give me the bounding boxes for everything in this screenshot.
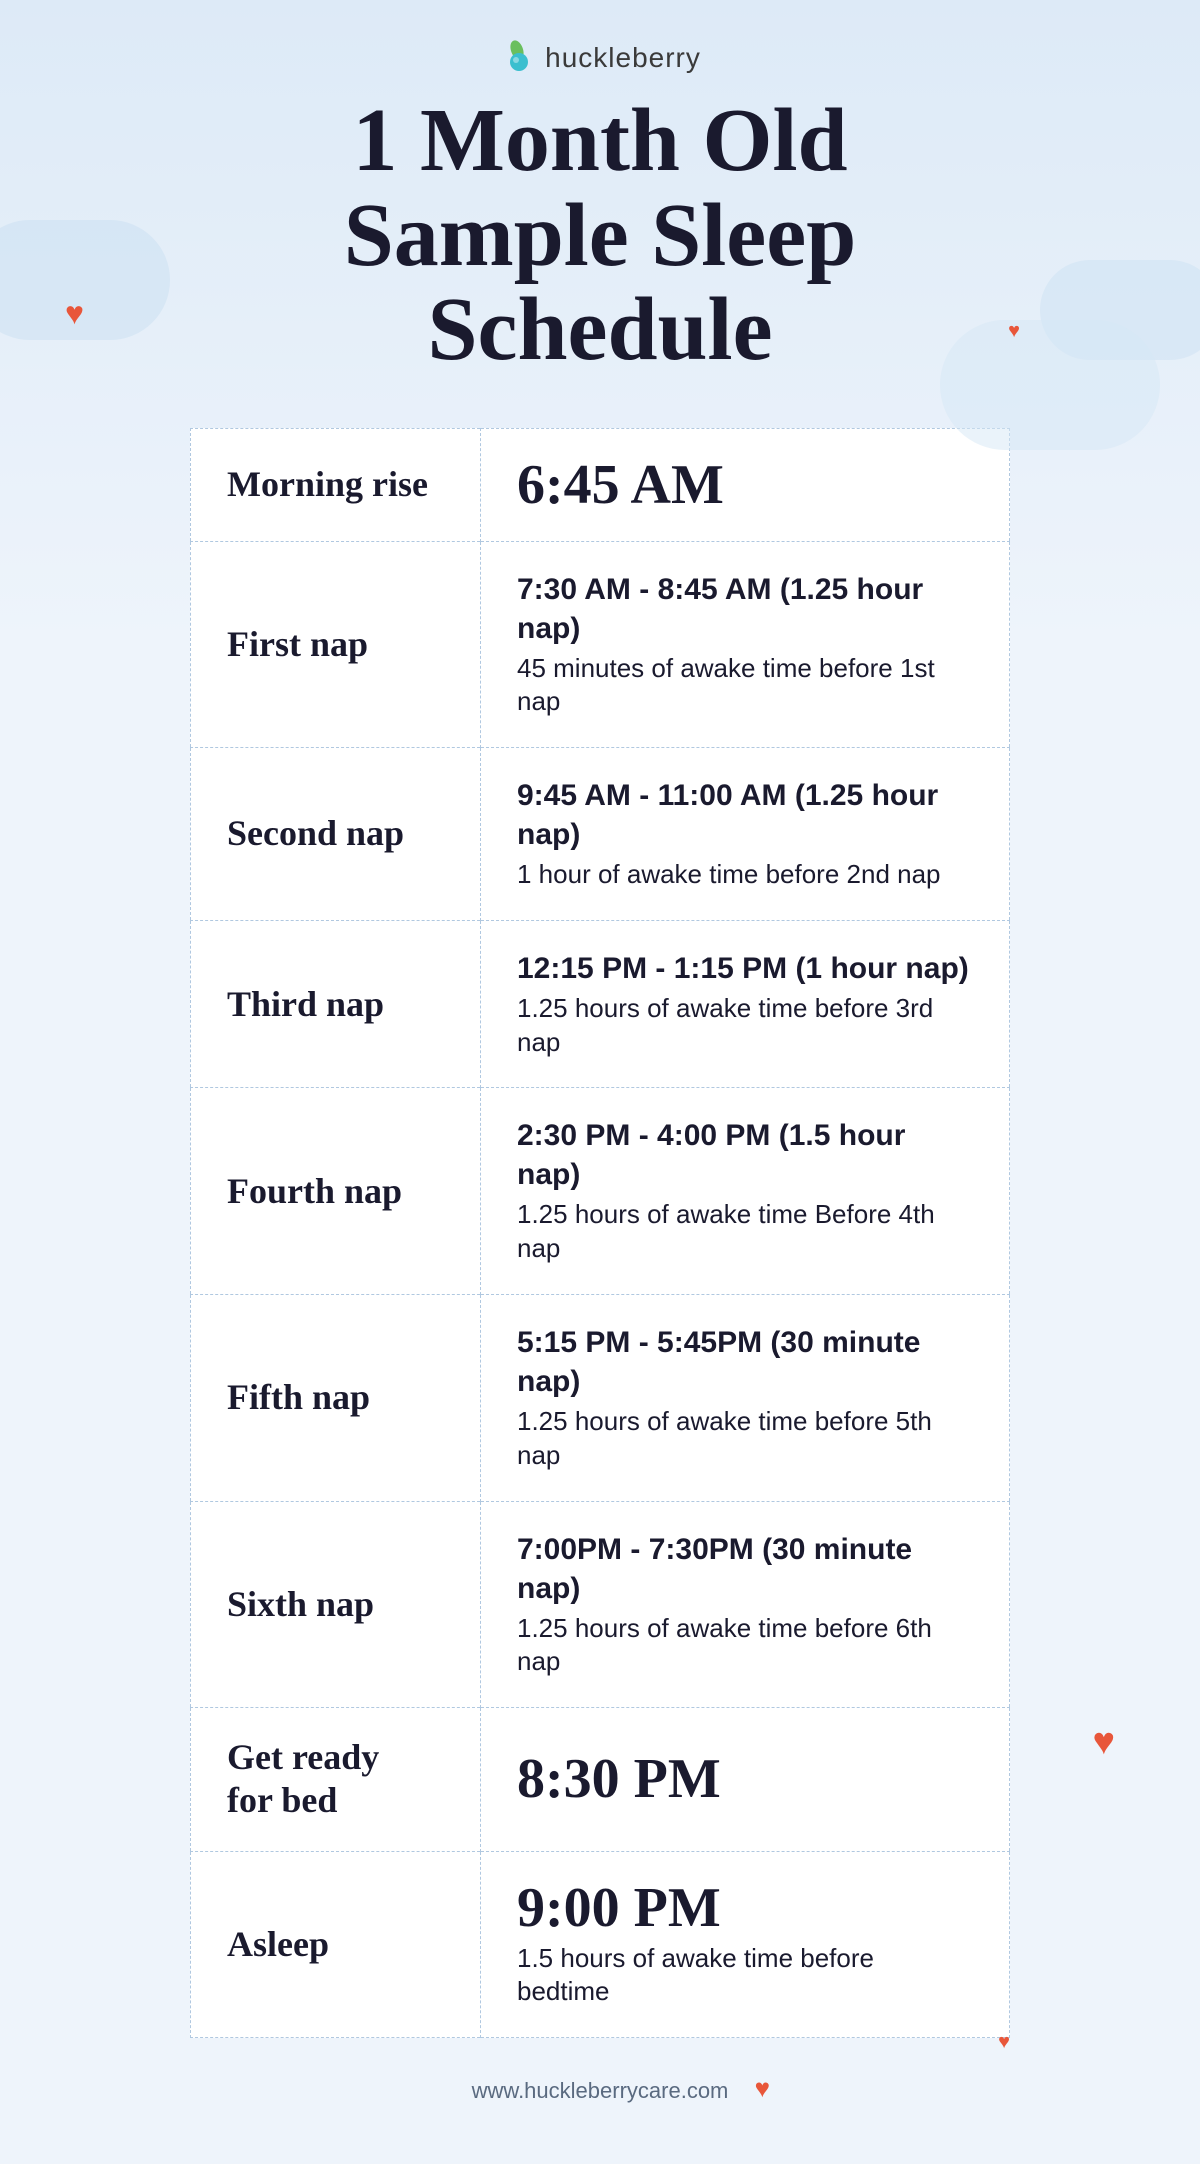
- cell-label-asleep: Asleep: [191, 1851, 481, 2038]
- table-row-first-nap: First nap 7:30 AM - 8:45 AM (1.25 hour n…: [191, 541, 1010, 748]
- table-row-get-ready: Get readyfor bed 8:30 PM: [191, 1708, 1010, 1851]
- cell-value-first-nap: 7:30 AM - 8:45 AM (1.25 hour nap) 45 min…: [481, 541, 1010, 748]
- logo-text: huckleberry: [545, 42, 701, 74]
- cell-value-get-ready: 8:30 PM: [481, 1708, 1010, 1851]
- cell-value-third-nap: 12:15 PM - 1:15 PM (1 hour nap) 1.25 hou…: [481, 920, 1010, 1088]
- table-row-sixth-nap: Sixth nap 7:00PM - 7:30PM (30 minute nap…: [191, 1501, 1010, 1708]
- cell-label-fifth-nap: Fifth nap: [191, 1295, 481, 1502]
- main-title: 1 Month Old Sample Sleep Schedule: [344, 94, 857, 378]
- footer-url: www.huckleberrycare.com: [472, 2078, 729, 2104]
- cloud-decoration-left: [0, 220, 170, 340]
- cell-value-sixth-nap: 7:00PM - 7:30PM (30 minute nap) 1.25 hou…: [481, 1501, 1010, 1708]
- page-wrapper: ♥ ♥ ♥ ♥ ♥ huckleberry 1 Month Old Sample…: [0, 0, 1200, 2164]
- cloud-decoration-right2: [940, 320, 1160, 450]
- cell-label-third-nap: Third nap: [191, 920, 481, 1088]
- cell-value-asleep: 9:00 PM 1.5 hours of awake time before b…: [481, 1851, 1010, 2038]
- table-row-fifth-nap: Fifth nap 5:15 PM - 5:45PM (30 minute na…: [191, 1295, 1010, 1502]
- table-row-fourth-nap: Fourth nap 2:30 PM - 4:00 PM (1.5 hour n…: [191, 1088, 1010, 1295]
- cell-value-fourth-nap: 2:30 PM - 4:00 PM (1.5 hour nap) 1.25 ho…: [481, 1088, 1010, 1295]
- heart-decoration-topleft: ♥: [65, 295, 84, 332]
- table-row-second-nap: Second nap 9:45 AM - 11:00 AM (1.25 hour…: [191, 748, 1010, 921]
- cell-value-second-nap: 9:45 AM - 11:00 AM (1.25 hour nap) 1 hou…: [481, 748, 1010, 921]
- heart-decoration-topright: ♥: [1008, 320, 1020, 343]
- schedule-table: Morning rise 6:45 AM First nap 7:30 AM -…: [190, 428, 1010, 2039]
- cell-value-fifth-nap: 5:15 PM - 5:45PM (30 minute nap) 1.25 ho…: [481, 1295, 1010, 1502]
- table-row-third-nap: Third nap 12:15 PM - 1:15 PM (1 hour nap…: [191, 920, 1010, 1088]
- cell-value-morning-rise: 6:45 AM: [481, 428, 1010, 541]
- logo-area: huckleberry: [499, 40, 701, 76]
- heart-decoration-bottomright: ♥: [998, 2031, 1010, 2054]
- cell-label-get-ready: Get readyfor bed: [191, 1708, 481, 1851]
- cell-label-first-nap: First nap: [191, 541, 481, 748]
- cell-label-sixth-nap: Sixth nap: [191, 1501, 481, 1708]
- table-row-morning-rise: Morning rise 6:45 AM: [191, 428, 1010, 541]
- logo-icon: [499, 40, 535, 76]
- cell-label-fourth-nap: Fourth nap: [191, 1088, 481, 1295]
- cell-label-morning-rise: Morning rise: [191, 428, 481, 541]
- cell-label-second-nap: Second nap: [191, 748, 481, 921]
- table-row-asleep: Asleep 9:00 PM 1.5 hours of awake time b…: [191, 1851, 1010, 2038]
- heart-decoration-midright: ♥: [1092, 1720, 1115, 1764]
